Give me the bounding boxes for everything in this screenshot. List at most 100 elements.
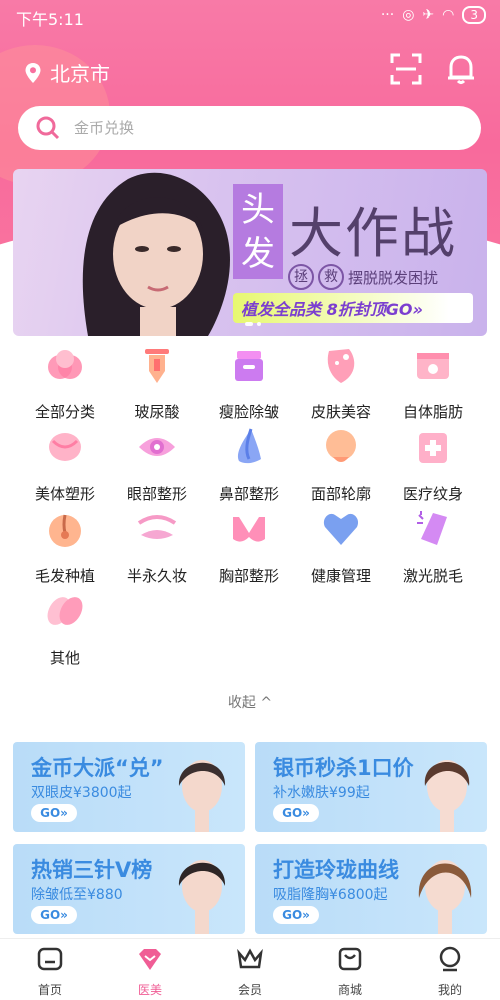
- banner-head-text: 头发: [233, 184, 283, 279]
- promo-banner[interactable]: 头发 大作战 拯 救 摆脱脱发困扰 植发全品类 8折封顶GO»: [13, 169, 487, 336]
- status-icons: ··· ◎ ✈ ◠ 3: [381, 6, 486, 24]
- go-button[interactable]: GO»: [31, 804, 77, 822]
- search-input[interactable]: [74, 119, 434, 137]
- profile-icon: [439, 946, 461, 972]
- battery-icon: 3: [462, 6, 486, 24]
- tab-home[interactable]: 首页: [0, 945, 100, 998]
- body-shape-icon: [49, 433, 81, 461]
- category-label: 毛发种植: [34, 567, 95, 585]
- dots-icon: ···: [380, 7, 395, 23]
- banner-circle-2: 救: [318, 264, 344, 290]
- tab-profile[interactable]: 我的: [400, 945, 500, 998]
- promo-card[interactable]: 银币秒杀1口价 补水嫩肤¥99起 GO»: [255, 742, 487, 832]
- slim-face-icon: [235, 351, 263, 381]
- other-icon: [47, 597, 83, 625]
- category-item[interactable]: 美体塑形: [15, 427, 115, 509]
- category-item[interactable]: 半永久妆: [107, 509, 207, 591]
- banner-title: 大作战: [289, 202, 457, 265]
- airplane-icon: ✈: [422, 7, 435, 23]
- card-title: 热销三针V榜: [31, 858, 153, 882]
- category-label: 玻尿酸: [134, 403, 180, 421]
- collapse-button[interactable]: 收起 ^: [0, 692, 500, 712]
- bottom-tab-bar: 首页 医美 会员 商城 我的: [0, 938, 500, 1000]
- category-label: 其他: [49, 649, 80, 667]
- card-portrait: [418, 860, 472, 934]
- banner-sub-text: 摆脱脱发困扰: [348, 268, 439, 287]
- shop-icon: [338, 947, 362, 971]
- category-item[interactable]: 其他: [15, 591, 115, 673]
- category-item[interactable]: 激光脱毛: [383, 509, 483, 591]
- category-item[interactable]: 玻尿酸: [107, 345, 207, 427]
- category-item[interactable]: 全部分类: [15, 345, 115, 427]
- go-button[interactable]: GO»: [273, 804, 319, 822]
- status-bar: 下午5:11 ··· ◎ ✈ ◠ 3: [0, 0, 500, 32]
- category-item[interactable]: 毛发种植: [15, 509, 115, 591]
- sync-icon: ◎: [402, 7, 415, 23]
- carousel-dot: [257, 322, 261, 326]
- card-subtitle: 除皱低至¥880: [31, 887, 123, 903]
- tab-label: 商城: [337, 983, 362, 997]
- category-item[interactable]: 健康管理: [291, 509, 391, 591]
- crown-icon: [237, 948, 263, 969]
- tab-medical-beauty[interactable]: 医美: [100, 945, 200, 998]
- all-categories-icon: [48, 350, 82, 379]
- carousel-dot: [245, 322, 253, 326]
- category-label: 胸部整形: [218, 567, 279, 585]
- face-contour-icon: [326, 430, 356, 462]
- promo-card[interactable]: 热销三针V榜 除皱低至¥880 GO»: [13, 844, 245, 934]
- location-label: 北京市: [50, 62, 110, 86]
- card-title: 打造玲珑曲线: [273, 858, 399, 882]
- card-subtitle: 补水嫩肤¥99起: [273, 785, 370, 801]
- location-selector[interactable]: 北京市: [24, 58, 110, 87]
- category-label: 半永久妆: [126, 567, 187, 585]
- carousel-dots: [245, 322, 261, 326]
- search-bar[interactable]: [18, 106, 481, 150]
- card-title: 银币秒杀1口价: [273, 756, 414, 780]
- category-item[interactable]: 鼻部整形: [199, 427, 299, 509]
- medical-tattoo-icon: [419, 433, 447, 463]
- category-item[interactable]: 胸部整形: [199, 509, 299, 591]
- search-icon: [36, 116, 60, 140]
- category-label: 全部分类: [34, 403, 95, 421]
- heart-icon: [323, 513, 359, 545]
- card-portrait: [178, 860, 226, 934]
- category-label: 皮肤美容: [310, 403, 371, 421]
- card-portrait: [178, 760, 226, 832]
- tab-label: 医美: [137, 983, 162, 997]
- tab-label: 会员: [237, 983, 262, 997]
- tab-label: 我的: [437, 983, 462, 997]
- category-item[interactable]: 面部轮廓: [291, 427, 391, 509]
- card-subtitle: 吸脂隆胸¥6800起: [273, 887, 388, 903]
- tab-label: 首页: [37, 983, 62, 997]
- tab-member[interactable]: 会员: [200, 945, 300, 998]
- eyebrow-icon: [137, 515, 177, 539]
- category-label: 自体脂肪: [402, 403, 463, 421]
- category-item[interactable]: 瘦脸除皱: [199, 345, 299, 427]
- category-label: 健康管理: [310, 567, 371, 585]
- category-label: 面部轮廓: [310, 485, 371, 503]
- card-subtitle: 双眼皮¥3800起: [31, 785, 132, 801]
- banner-portrait: [82, 172, 230, 336]
- banner-subtitle: 拯 救 摆脱脱发困扰: [288, 264, 438, 290]
- promo-card[interactable]: 打造玲珑曲线 吸脂隆胸¥6800起 GO»: [255, 844, 487, 934]
- category-label: 美体塑形: [34, 485, 95, 503]
- tab-mall[interactable]: 商城: [300, 945, 400, 998]
- status-time: 下午5:11: [16, 10, 84, 29]
- go-button[interactable]: GO»: [273, 906, 319, 924]
- go-button[interactable]: GO»: [31, 906, 77, 924]
- hyaluronic-icon: [145, 349, 169, 383]
- promo-card[interactable]: 金币大派“兑” 双眼皮¥3800起 GO»: [13, 742, 245, 832]
- category-item[interactable]: 皮肤美容: [291, 345, 391, 427]
- category-item[interactable]: 眼部整形: [107, 427, 207, 509]
- scan-icon[interactable]: [390, 53, 422, 85]
- bell-icon[interactable]: [446, 53, 476, 85]
- card-title: 金币大派“兑”: [31, 756, 164, 780]
- banner-circle-1: 拯: [288, 264, 314, 290]
- category-label: 激光脱毛: [402, 567, 463, 585]
- category-item[interactable]: 自体脂肪: [383, 345, 483, 427]
- category-item[interactable]: 医疗纹身: [383, 427, 483, 509]
- card-portrait: [424, 760, 470, 832]
- category-label: 眼部整形: [126, 485, 187, 503]
- skin-icon: [327, 349, 355, 383]
- category-label: 鼻部整形: [218, 485, 279, 503]
